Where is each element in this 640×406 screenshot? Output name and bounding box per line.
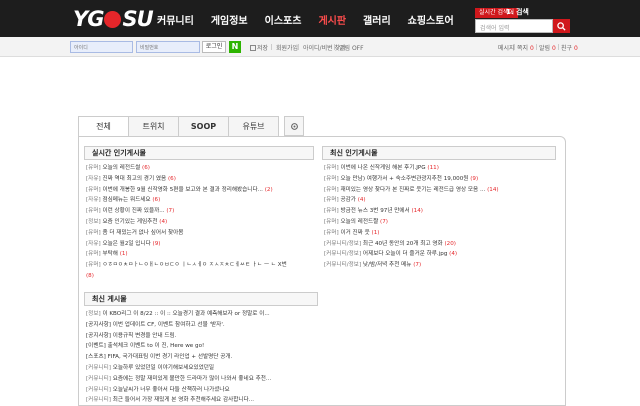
list-item[interactable]: [유머] 이거 진짜 웃 (1)	[324, 228, 556, 239]
stream-tabs: 전체 트위치 SOOP 유튜브	[78, 116, 279, 136]
top-navigation-bar: YG SU 커뮤니티 게임정보 이스포츠 게시판 갤러리 쇼핑스토어 실시간 검색…	[0, 0, 640, 37]
list-item[interactable]: [유머] 재미있는 영상 찾다가 본 진짜로 웃기는 레전드급 영상 모음 ..…	[324, 185, 556, 196]
alarm-link[interactable]: 알림 0	[539, 43, 556, 52]
alarm-count: 0	[551, 45, 556, 52]
logo-mascot-icon	[104, 11, 122, 28]
friend-count: 0	[573, 45, 578, 52]
list-item[interactable]: [이벤트] 출석체크 이벤트 to 이 진, Here we go!	[86, 341, 318, 352]
list-item[interactable]: [스포츠] FIFA, 국가대표팀 이번 경기 라인업 + 선발명단 공개.	[86, 352, 318, 363]
signup-link[interactable]: 회원가입	[276, 43, 298, 52]
list-item[interactable]: [유머] 오늘의 레전드짤 (7)	[324, 217, 556, 228]
realtime-rank-text[interactable]: 1. 검색	[506, 7, 529, 17]
message-link[interactable]: 메시지	[498, 43, 515, 52]
list-item[interactable]: [유머] 오늘 만남) 여행가서 + 숙소주변관광지추천 19,000원 (9)	[324, 174, 556, 185]
nav-item-gallery[interactable]: 갤러리	[363, 12, 391, 27]
list-item[interactable]: [정보] 이 KBO리그 이 8/22 :: 이 :: 오늘경기 결과 예측해보…	[86, 309, 318, 320]
list-item[interactable]: [유머] 공감가 (4)	[324, 195, 556, 206]
list-item[interactable]: [커뮤니티] 오늘하루 있었던일 이야기해보세요있었던일	[86, 363, 318, 374]
note-link[interactable]: 쪽지 0	[517, 43, 534, 52]
list-item[interactable]: [커뮤니티] 최근 들어서 가장 재밌게 본 영화 추천해주세요 감사합니다..…	[86, 395, 318, 406]
list-item[interactable]: [커뮤니티] 요즘에는 정말 재미있게 볼만한 드라마가 많이 나와서 좋네요 …	[86, 374, 318, 385]
list-item[interactable]: [커뮤니티/정보] 낮/밤/저녁 추천 메뉴 (7)	[324, 260, 556, 271]
tab-all[interactable]: 전체	[78, 116, 129, 136]
nav-item-game-info[interactable]: 게임정보	[211, 12, 248, 27]
main-nav: 커뮤니티 게임정보 이스포츠 게시판 갤러리 쇼핑스토어	[157, 12, 471, 27]
search-button[interactable]	[553, 19, 570, 33]
nav-item-community[interactable]: 커뮤니티	[157, 12, 194, 27]
naver-login-button[interactable]: N	[229, 41, 241, 53]
list-item[interactable]: [유머] ㅇㅎㅁㅇㅊㅁㅏㄴㅇㅐㄴㅇㅂㄷㅇ ㅣㄴㅅㅔㅇ ㅈㅅㅈㅊㄷㅔㅆㅌ ㅏㄴ ㅡ…	[86, 260, 314, 271]
list-item[interactable]: [유머] 이번에 개봉한 9월 신작영화 5편을 보고와 본 결과 정리해봤습니…	[86, 185, 314, 196]
search-icon	[557, 22, 566, 31]
gear-icon	[291, 123, 298, 130]
section-title-latest-hot: 최신 인기게시물	[322, 146, 556, 160]
tab-youtube[interactable]: 유튜브	[228, 116, 279, 136]
notify-off-toggle[interactable]: 알림 OFF	[339, 43, 364, 52]
nav-item-shop[interactable]: 쇼핑스토어	[408, 12, 454, 27]
login-button[interactable]: 로그인	[202, 41, 226, 53]
note-count: 0	[529, 45, 534, 52]
list-item[interactable]: [유머] 오늘의 레전드썰 (6)	[86, 163, 314, 174]
id-input[interactable]: 아이디	[70, 41, 133, 53]
tab-soop[interactable]: SOOP	[178, 116, 229, 136]
password-input[interactable]: 비밀번호	[136, 41, 200, 53]
list-item[interactable]: [유머] 좀 더 재밌는거 없나 싶어서 찾아봄	[86, 228, 314, 239]
list-item[interactable]: [자유] 오늘은 월2일 입니다 (9)	[86, 239, 314, 250]
list-item[interactable]: [유머] 방금전 뉴스 3번 97년 만에서 (14)	[324, 206, 556, 217]
list-item[interactable]: [유머] 부탁해 (1)	[86, 249, 314, 260]
nav-item-board[interactable]: 게시판	[318, 12, 346, 27]
list-item[interactable]: [커뮤니티] 오늘날씨가 너무 좋아서 다들 산책하러 나가셨나요	[86, 385, 318, 396]
list-item[interactable]: [자유] 진짜 역대 최고의 경기 였음 (6)	[86, 174, 314, 185]
nav-item-esports[interactable]: 이스포츠	[265, 12, 302, 27]
list-item[interactable]: [정보] 요즘 인기있는 게임추천 (4)	[86, 217, 314, 228]
tab-twitch[interactable]: 트위치	[128, 116, 179, 136]
friend-link[interactable]: 친구 0	[561, 43, 578, 52]
list-item[interactable]: [커뮤니티/정보] 어제보다 오늘이 더 즐거운 하루.jpg (4)	[324, 249, 556, 260]
list-item[interactable]: [커뮤니티/정보] 최근 40년 동안의 20개 최고 영화 (20)	[324, 239, 556, 250]
section-title-hot: 실시간 인기게시물	[84, 146, 314, 160]
list-item-continuation[interactable]: (8)	[86, 271, 314, 282]
settings-button[interactable]	[284, 116, 304, 136]
list-item[interactable]: [공지사항] 이용규칙 변경을 안내 드림.	[86, 331, 318, 342]
latest-post-list: [정보] 이 KBO리그 이 8/22 :: 이 :: 오늘경기 결과 예측해보…	[86, 309, 318, 406]
list-item[interactable]: [유머] 이런 상황이 진짜 있을까... (7)	[86, 206, 314, 217]
keep-login-checkbox[interactable]: 저장	[250, 43, 268, 52]
latest-hot-post-list: [유머] 이번에 나온 신작게임 해본 후기.JPG (11) [유머] 오늘 …	[324, 163, 556, 271]
list-item[interactable]: [자유] 점심메뉴는 뭐드세요 (6)	[86, 195, 314, 206]
hot-post-list: [유머] 오늘의 레전드썰 (6) [자유] 진짜 역대 최고의 경기 였음 (…	[86, 163, 314, 282]
login-bar: 아이디 비밀번호 로그인 N 저장 회원가입 아이디/비번 찾기 알림 OFF …	[0, 37, 640, 57]
checkbox-icon	[250, 45, 256, 51]
list-item[interactable]: [유머] 이번에 나온 신작게임 해본 후기.JPG (11)	[324, 163, 556, 174]
search-input[interactable]: 검색어 입력	[475, 19, 553, 33]
list-item[interactable]: [공지사항] 이번 업데이트 CF, 이벤트 참여하고 선물 '받자'.	[86, 320, 318, 331]
section-title-latest: 최신 게시물	[84, 292, 318, 306]
site-logo[interactable]: YG SU	[73, 7, 154, 31]
